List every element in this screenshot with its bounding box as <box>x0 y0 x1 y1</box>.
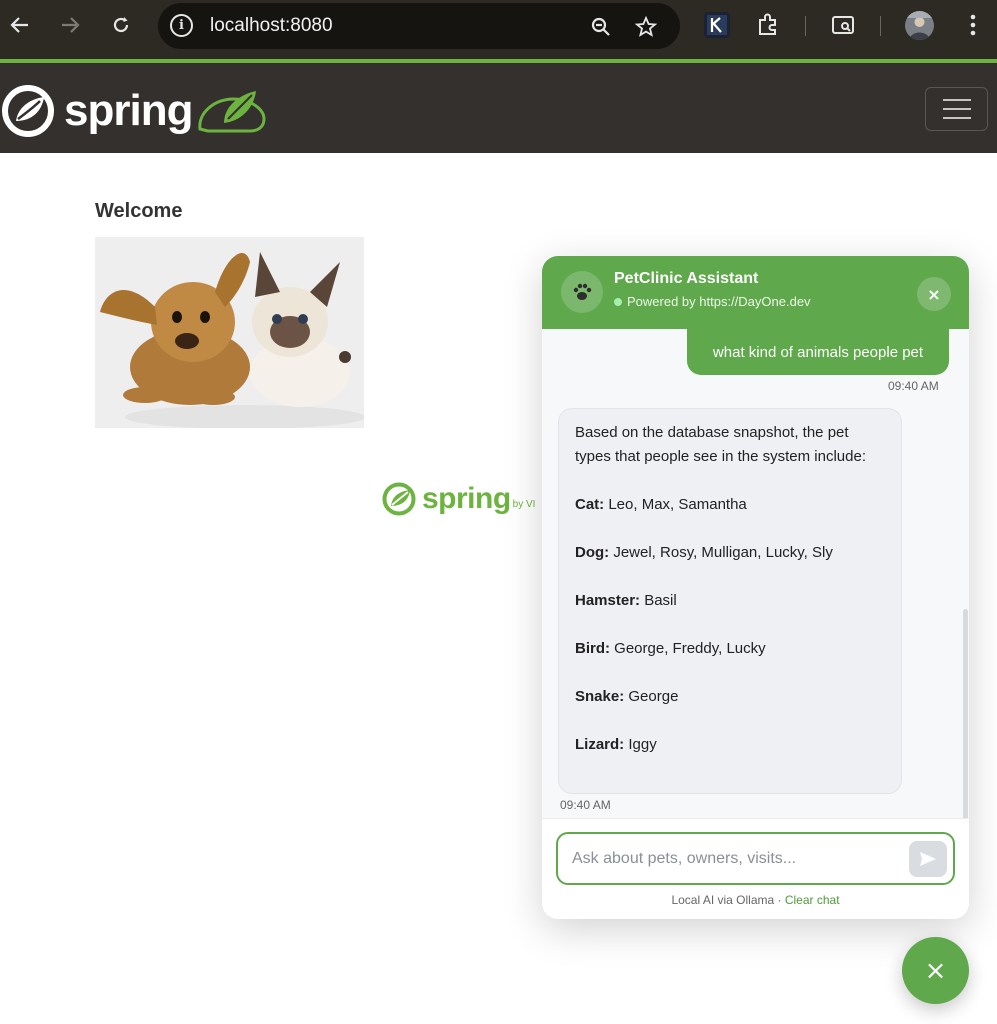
chat-input-box[interactable] <box>556 832 955 885</box>
close-chat-button[interactable]: × <box>917 277 951 311</box>
toolbar-divider <box>880 16 881 36</box>
chat-footnote: Local AI via Ollama · Clear chat <box>542 893 969 907</box>
puzzle-icon[interactable] <box>755 12 781 38</box>
reload-icon[interactable] <box>106 10 136 40</box>
footer-brand-text: spring <box>422 482 511 515</box>
pet-type-line: Snake: George <box>575 688 679 705</box>
pets-image <box>95 237 364 428</box>
kebab-menu-icon[interactable] <box>960 12 986 38</box>
pet-type-line: Hamster: Basil <box>575 592 677 609</box>
chat-header: PetClinic Assistant Powered by https://D… <box>542 256 969 329</box>
chat-subtitle-text: Powered by https://DayOne.dev <box>627 294 811 309</box>
browser-toolbar: i localhost:8080 <box>0 0 997 59</box>
message-timestamp: 09:40 AM <box>888 379 939 393</box>
hamburger-bar <box>942 99 971 101</box>
hamburger-bar <box>942 108 971 110</box>
message-timestamp: 09:40 AM <box>560 798 611 812</box>
user-message: what kind of animals people pet <box>687 329 949 375</box>
spring-leaf-icon <box>2 85 54 137</box>
petclinic-leaf-icon <box>198 91 266 133</box>
pet-type-line: Cat: Leo, Max, Samantha <box>575 496 747 513</box>
chat-title: PetClinic Assistant <box>614 270 759 287</box>
assistant-intro: Based on the database snapshot, the pet … <box>575 424 867 465</box>
page-title: Welcome <box>95 200 183 222</box>
footnote-text: Local AI via Ollama · <box>671 893 785 907</box>
url-text: localhost:8080 <box>210 15 333 36</box>
toolbar-divider <box>805 16 806 36</box>
menu-toggle-button[interactable] <box>925 87 988 131</box>
online-status-icon <box>614 297 622 306</box>
forward-arrow-icon[interactable] <box>55 10 85 40</box>
chat-input[interactable] <box>572 846 892 872</box>
send-button[interactable] <box>909 841 947 877</box>
pet-type-line: Dog: Jewel, Rosy, Mulligan, Lucky, Sly <box>575 544 833 561</box>
chat-footer: Local AI via Ollama · Clear chat <box>542 818 969 919</box>
paw-icon <box>561 271 603 313</box>
address-bar[interactable]: i localhost:8080 <box>158 3 680 49</box>
footer-spring-logo: spring by VI <box>382 482 535 516</box>
zoom-icon[interactable] <box>589 15 613 39</box>
send-icon <box>920 852 936 866</box>
clear-chat-link[interactable]: Clear chat <box>785 893 840 907</box>
hamburger-bar <box>942 117 971 119</box>
chat-messages[interactable]: what kind of animals people pet 09:40 AM… <box>542 329 969 884</box>
app-navbar: spring <box>0 63 997 153</box>
site-info-icon[interactable]: i <box>170 14 193 37</box>
footer-by-text: by VI <box>512 498 536 510</box>
profile-avatar-icon[interactable] <box>905 11 934 40</box>
chat-toggle-button[interactable]: × <box>902 937 969 1004</box>
pet-type-line: Lizard: Iggy <box>575 736 657 753</box>
tab-search-icon[interactable] <box>830 12 856 38</box>
chat-panel: PetClinic Assistant Powered by https://D… <box>542 256 969 919</box>
pet-type-line: Bird: George, Freddy, Lucky <box>575 640 766 657</box>
extension-icon[interactable] <box>704 12 730 38</box>
brand-text: spring <box>64 86 193 135</box>
back-arrow-icon[interactable] <box>5 10 35 40</box>
assistant-message: Based on the database snapshot, the pet … <box>558 408 902 794</box>
spring-logo[interactable]: spring <box>2 85 270 137</box>
spring-leaf-icon <box>382 482 416 516</box>
chat-subtitle: Powered by https://DayOne.dev <box>614 294 811 309</box>
star-icon[interactable] <box>634 15 658 39</box>
